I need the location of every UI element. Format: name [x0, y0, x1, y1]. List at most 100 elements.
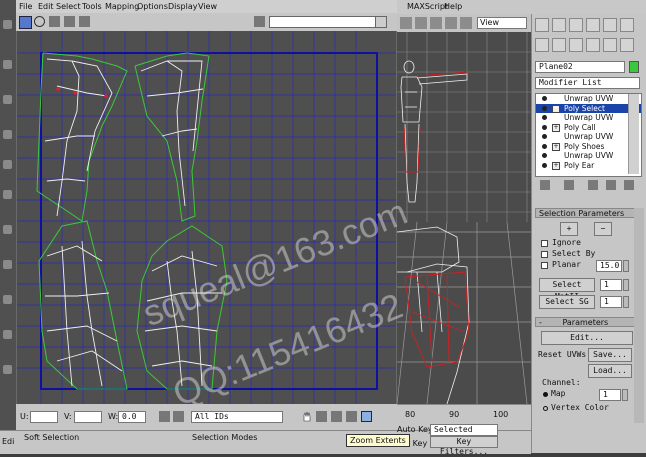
panel-button-icon[interactable]	[603, 38, 617, 52]
toolbar-button-icon[interactable]	[430, 17, 442, 29]
planar-angle-field[interactable]: 15.0	[596, 260, 622, 272]
lightbulb-icon[interactable]	[542, 143, 547, 149]
pan-icon[interactable]	[301, 411, 312, 422]
reset-uvws-label[interactable]: Reset UVWs	[538, 350, 586, 359]
scale-icon[interactable]	[3, 130, 12, 139]
view-dropdown[interactable]: View	[477, 17, 527, 29]
toolbar-button-icon[interactable]	[400, 17, 412, 29]
map-channel-spinner[interactable]	[622, 389, 628, 401]
select-icon[interactable]	[3, 20, 12, 29]
planar-spinner[interactable]	[623, 260, 629, 272]
zoom-selected-icon[interactable]	[361, 411, 372, 422]
menu-tools[interactable]: Tools	[82, 2, 102, 11]
menu-select[interactable]: Select	[56, 2, 81, 11]
texture-icon[interactable]	[254, 16, 265, 27]
uv-canvas[interactable]: squeal@163.com QQ:115416432	[17, 31, 413, 414]
menu-mapping[interactable]: Mapping	[105, 2, 139, 11]
show-end-result-icon[interactable]	[564, 180, 574, 190]
object-color-swatch[interactable]	[629, 61, 639, 73]
menu-options[interactable]: Options	[137, 2, 168, 11]
sg-field[interactable]: 1	[600, 296, 622, 308]
select-sg-button[interactable]: Select SG	[539, 295, 595, 309]
hierarchy-tab-icon[interactable]	[569, 18, 583, 32]
toolbar-button-icon[interactable]	[415, 17, 427, 29]
menu-file[interactable]: File	[19, 2, 32, 11]
select-matid-button[interactable]: Select MatII	[539, 278, 595, 301]
ignore-checkbox[interactable]	[541, 240, 548, 247]
shrink-selection-button[interactable]: −	[594, 222, 612, 236]
expand-selection-button[interactable]: +	[560, 222, 578, 236]
freeform-tool-icon[interactable]	[64, 16, 75, 27]
modifier-stack-item[interactable]: Unwrap UVW	[536, 94, 641, 104]
motion-tab-icon[interactable]	[586, 18, 600, 32]
zoom-icon[interactable]	[316, 411, 327, 422]
planar-checkbox[interactable]	[541, 262, 548, 269]
edit-uvw-button[interactable]: Edit...	[541, 331, 633, 345]
menu-edit[interactable]: Edit	[38, 2, 54, 11]
create-tab-icon[interactable]	[535, 18, 549, 32]
modifier-stack-item[interactable]: Unwrap UVW	[536, 151, 641, 161]
u-field[interactable]	[30, 411, 58, 423]
lightbulb-icon[interactable]	[542, 162, 547, 168]
panel-button-icon[interactable]	[552, 38, 566, 52]
snap-icon[interactable]	[3, 190, 12, 199]
sg-spinner[interactable]	[623, 296, 629, 308]
parameters-rollout[interactable]: - Parameters	[535, 317, 635, 327]
toolbar-button-icon[interactable]	[445, 17, 457, 29]
panel-button-icon[interactable]	[535, 38, 549, 52]
selected-dropdown[interactable]: Selected	[430, 424, 498, 436]
pick-icon[interactable]	[173, 411, 184, 422]
menu-view[interactable]: View	[198, 2, 217, 11]
expand-icon[interactable]: +	[552, 104, 560, 113]
lightbulb-icon[interactable]	[542, 134, 547, 139]
selection-modes-label[interactable]: Selection Modes	[192, 433, 257, 442]
object-name-field[interactable]: Plane02	[535, 61, 625, 73]
render-icon[interactable]	[3, 330, 12, 339]
panel-scrollbar[interactable]	[634, 208, 644, 423]
lightbulb-icon[interactable]	[542, 153, 547, 158]
zoom-extents-icon[interactable]	[346, 411, 357, 422]
menu-help[interactable]: Help	[444, 2, 462, 11]
configure-modifier-icon[interactable]	[624, 180, 634, 190]
expand-icon[interactable]: +	[552, 142, 560, 151]
modifier-stack-item[interactable]: + Poly Ear	[536, 161, 641, 171]
auto-key-button[interactable]: Auto Key	[397, 425, 433, 434]
lightbulb-icon[interactable]	[542, 124, 547, 130]
mirror-tool-icon[interactable]	[79, 16, 90, 27]
align-icon[interactable]	[3, 260, 12, 269]
id-filter-dropdown[interactable]: All IDs	[191, 411, 283, 423]
panel-button-icon[interactable]	[586, 38, 600, 52]
rotate-icon[interactable]	[3, 95, 12, 104]
modifier-stack-item[interactable]: + Poly Select	[536, 103, 641, 113]
toolbar-button-icon[interactable]	[460, 17, 472, 29]
w-field[interactable]: 0.0	[118, 411, 146, 423]
scale-tool-icon[interactable]	[49, 16, 60, 27]
modify-tab-icon[interactable]	[552, 18, 566, 32]
move-tool-icon[interactable]	[19, 16, 32, 29]
load-button[interactable]: Load...	[588, 364, 632, 378]
texture-dropdown[interactable]	[269, 16, 387, 28]
selection-parameters-rollout[interactable]: Selection Parameters	[535, 208, 635, 218]
panel-button-icon[interactable]	[620, 38, 634, 52]
make-unique-icon[interactable]	[588, 180, 598, 190]
map-radio[interactable]	[543, 392, 548, 397]
lightbulb-icon[interactable]	[542, 96, 547, 101]
remove-modifier-icon[interactable]	[606, 180, 616, 190]
matid-field[interactable]: 1	[600, 279, 622, 291]
modifier-stack-scrollbar[interactable]	[628, 94, 639, 174]
lightbulb-icon[interactable]	[542, 115, 547, 120]
modifier-list-dropdown[interactable]: Modifier List	[535, 77, 640, 89]
lightbulb-icon[interactable]	[542, 105, 547, 111]
link-icon[interactable]	[3, 160, 12, 169]
modifier-stack-item[interactable]: Unwrap UVW	[536, 113, 641, 123]
select-by-checkbox[interactable]	[541, 251, 548, 258]
zoom-region-icon[interactable]	[331, 411, 342, 422]
menu-display[interactable]: Display	[168, 2, 198, 11]
modifier-stack-item[interactable]: Unwrap UVW	[536, 132, 641, 142]
modifier-stack-item[interactable]: + Poly Shoes	[536, 142, 641, 152]
teapot-icon[interactable]	[3, 365, 12, 374]
key-filters-button[interactable]: Key Filters...	[430, 436, 498, 456]
move-icon[interactable]	[3, 60, 12, 69]
panel-button-icon[interactable]	[569, 38, 583, 52]
display-tab-icon[interactable]	[603, 18, 617, 32]
